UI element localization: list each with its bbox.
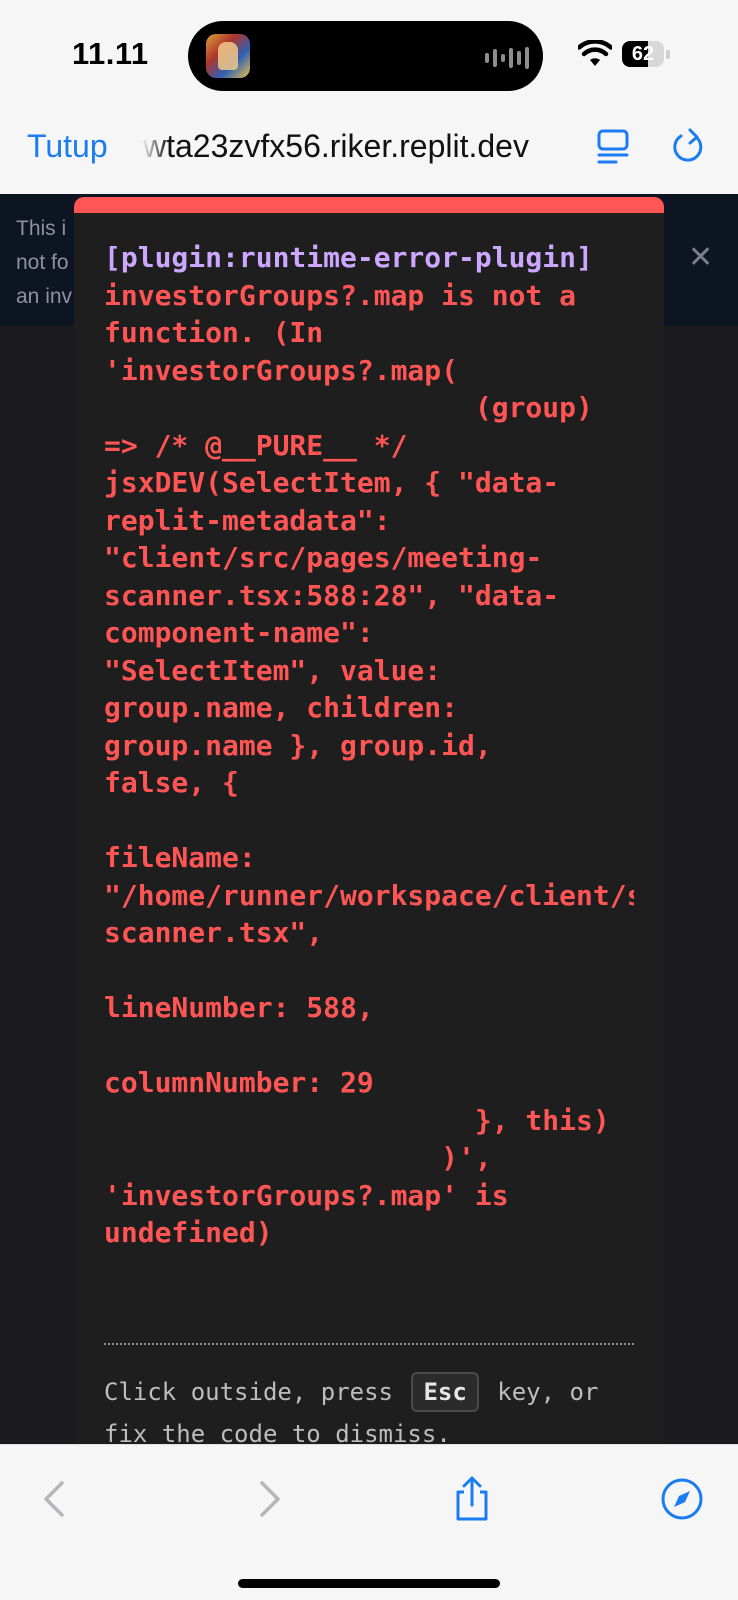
dismiss-hint: Click outside, press Esc key, or fix the…: [104, 1371, 634, 1447]
dynamic-island[interactable]: [188, 21, 543, 91]
dismiss-hint-before: Click outside, press: [104, 1378, 408, 1406]
error-message: [plugin:runtime-error-plugin] investorGr…: [104, 239, 634, 1252]
audio-waveform-icon: [485, 47, 529, 69]
status-time: 11.11: [72, 36, 149, 71]
status-bar: 11.11 62: [0, 0, 738, 108]
wifi-icon: [578, 40, 612, 66]
reload-icon[interactable]: [670, 127, 706, 167]
error-plugin-tag: [plugin:runtime-error-plugin]: [104, 241, 593, 274]
reader-mode-icon[interactable]: [596, 127, 630, 167]
error-message-text: investorGroups?.map is not a function. (…: [104, 278, 634, 1250]
esc-key-badge: Esc: [411, 1372, 479, 1412]
browser-bottom-toolbar: [0, 1444, 738, 1600]
chevron-left-icon[interactable]: [32, 1475, 80, 1523]
chevron-right-icon[interactable]: [244, 1475, 292, 1523]
url-field[interactable]: wta23zvfx56.riker.replit.dev: [143, 128, 563, 165]
home-indicator[interactable]: [238, 1579, 500, 1588]
compass-icon[interactable]: [658, 1475, 706, 1523]
close-button[interactable]: Tutup: [27, 128, 108, 165]
browser-top-bar: Tutup wta23zvfx56.riker.replit.dev: [0, 108, 738, 194]
now-playing-app-icon[interactable]: [206, 34, 250, 78]
banner-close-icon[interactable]: ✕: [688, 240, 713, 275]
share-icon[interactable]: [448, 1475, 496, 1523]
runtime-error-overlay[interactable]: [plugin:runtime-error-plugin] investorGr…: [74, 197, 664, 1447]
battery-cap: [666, 50, 670, 59]
error-accent-bar: [74, 197, 664, 213]
error-divider: [104, 1343, 634, 1345]
url-fade: [143, 122, 169, 170]
battery-percent: 62: [631, 43, 655, 65]
battery-indicator: 62: [622, 41, 664, 67]
